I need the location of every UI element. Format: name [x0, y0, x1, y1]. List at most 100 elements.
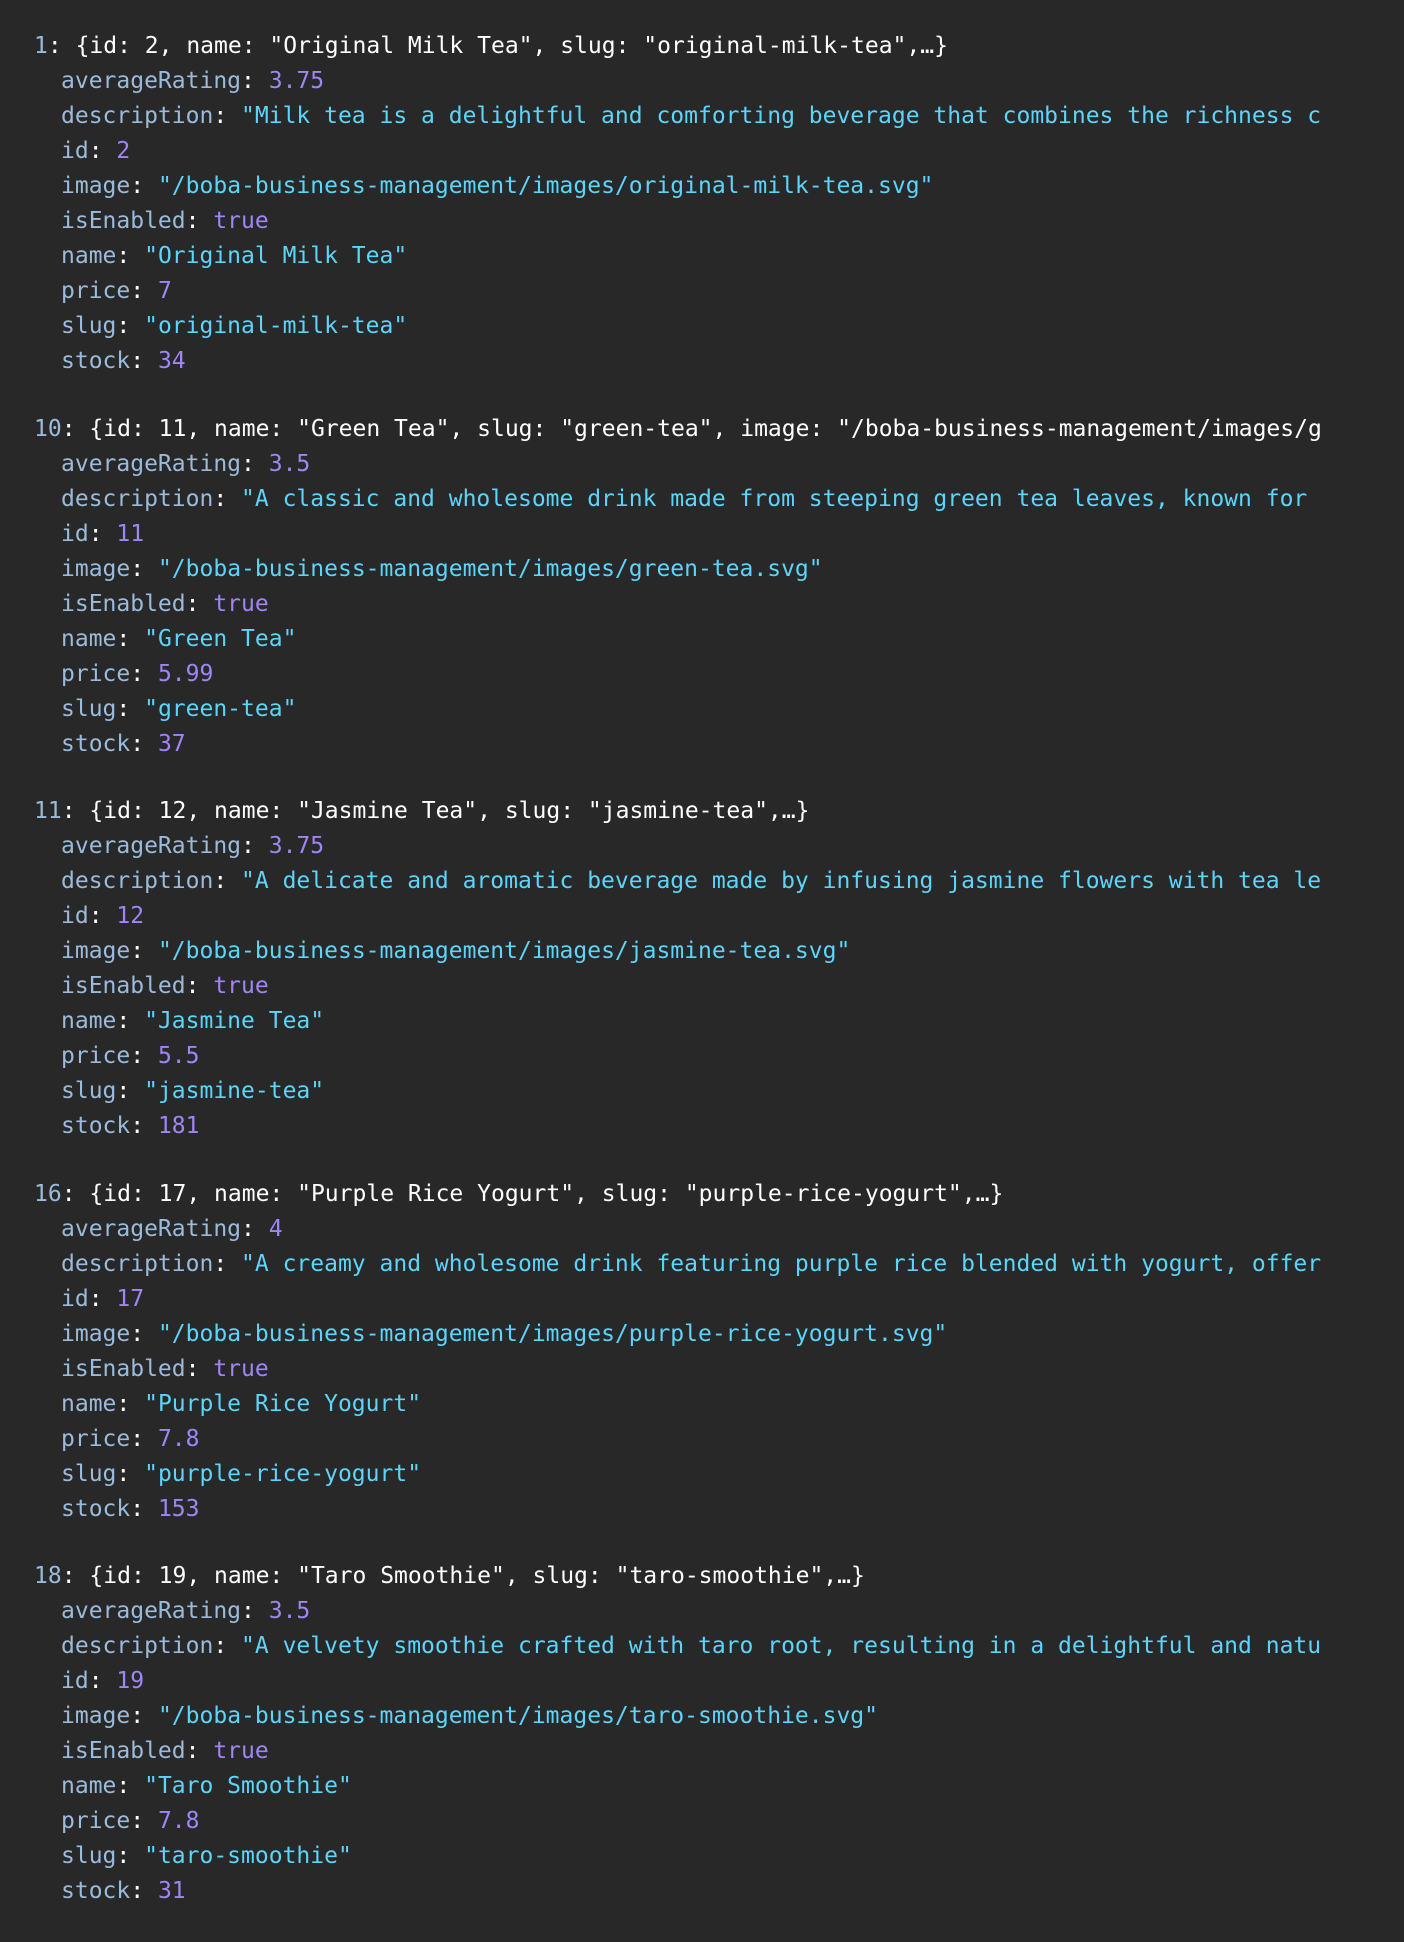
property-value: "Jasmine Tea" [144, 1008, 325, 1034]
separator: : [241, 68, 269, 94]
object-summary-row[interactable]: 11: {id: 12, name: "Jasmine Tea", slug: … [0, 794, 1402, 829]
property-row: description: "A delicate and aromatic be… [0, 864, 1404, 899]
property-value: 7.8 [157, 1808, 200, 1834]
property-value: "taro-smoothie" [144, 1843, 352, 1869]
property-key: isEnabled [61, 1355, 186, 1382]
separator: : [88, 1668, 117, 1694]
property-row: averageRating: 3.5 [0, 1594, 1404, 1629]
property-key: slug [61, 313, 117, 339]
object-summary-row[interactable]: 1: {id: 2, name: "Original Milk Tea", sl… [0, 29, 1402, 64]
property-row: id: 2 [0, 134, 1404, 169]
separator: : [130, 1878, 158, 1904]
object-preview: {id: 11, name: "Green Tea", slug: "green… [89, 415, 1322, 442]
object-summary-row[interactable]: 16: {id: 17, name: "Purple Rice Yogurt",… [0, 1177, 1402, 1212]
property-value: "Purple Rice Yogurt" [144, 1390, 422, 1417]
property-row: isEnabled: true [0, 1734, 1404, 1769]
property-value: 7.8 [157, 1425, 200, 1452]
separator: : [61, 415, 90, 442]
property-value: 3.5 [268, 450, 311, 477]
property-key: name [61, 243, 117, 269]
separator: : [130, 555, 158, 582]
property-row: price: 5.5 [0, 1039, 1404, 1074]
property-key: image [61, 938, 131, 964]
property-value: 2 [116, 138, 131, 164]
array-index: 10 [34, 415, 62, 442]
property-row: id: 19 [0, 1664, 1404, 1699]
property-row: name: "Taro Smoothie" [0, 1769, 1404, 1804]
property-row: id: 12 [0, 899, 1404, 934]
object-entry: 1: {id: 2, name: "Original Milk Tea", sl… [0, 29, 1404, 379]
separator: : [130, 1043, 158, 1069]
property-row: slug: "original-milk-tea" [0, 309, 1404, 344]
property-row: slug: "green-tea" [0, 692, 1404, 727]
property-key: id [61, 520, 89, 547]
separator: : [88, 520, 117, 547]
property-key: image [61, 555, 131, 582]
property-value: "Green Tea" [144, 625, 297, 652]
object-entry: 16: {id: 17, name: "Purple Rice Yogurt",… [0, 1177, 1404, 1527]
property-key: isEnabled [61, 208, 186, 234]
separator: : [116, 1460, 145, 1487]
property-row: image: "/boba-business-management/images… [0, 1317, 1404, 1352]
property-row: price: 7.8 [0, 1422, 1404, 1457]
property-value: "purple-rice-yogurt" [144, 1460, 422, 1487]
property-value: 5.5 [157, 1043, 200, 1069]
separator: : [116, 1390, 145, 1417]
property-value: "Taro Smoothie" [144, 1773, 352, 1799]
property-row: image: "/boba-business-management/images… [0, 552, 1404, 587]
property-row: price: 7.8 [0, 1804, 1404, 1839]
property-key: isEnabled [61, 1738, 186, 1764]
property-row: averageRating: 3.75 [0, 829, 1404, 864]
separator: : [185, 1355, 214, 1382]
property-row: name: "Jasmine Tea" [0, 1004, 1404, 1039]
object-summary-row[interactable]: 10: {id: 11, name: "Green Tea", slug: "g… [0, 412, 1402, 447]
property-row: stock: 181 [0, 1109, 1404, 1144]
property-row: description: "A creamy and wholesome dri… [0, 1247, 1404, 1282]
property-value: 4 [268, 1215, 283, 1242]
separator: : [47, 33, 76, 59]
separator: : [88, 138, 117, 164]
separator: : [61, 1563, 90, 1589]
property-key: averageRating [61, 68, 242, 94]
property-key: id [61, 1285, 89, 1312]
property-key: price [61, 1425, 131, 1452]
property-key: stock [61, 348, 131, 374]
property-key: price [61, 1043, 131, 1069]
array-index: 1 [34, 33, 48, 59]
object-entry: 11: {id: 12, name: "Jasmine Tea", slug: … [0, 794, 1404, 1144]
property-row: name: "Original Milk Tea" [0, 239, 1404, 274]
property-key: id [61, 1668, 89, 1694]
separator: : [116, 243, 145, 269]
property-row: image: "/boba-business-management/images… [0, 1699, 1404, 1734]
separator: : [185, 1738, 214, 1764]
property-value: "A creamy and wholesome drink featuring … [241, 1250, 1322, 1277]
property-key: id [61, 903, 89, 929]
property-row: image: "/boba-business-management/images… [0, 934, 1404, 969]
property-key: image [61, 1703, 131, 1729]
property-row: averageRating: 4 [0, 1212, 1404, 1247]
separator: : [241, 1598, 269, 1624]
object-preview: {id: 2, name: "Original Milk Tea", slug:… [75, 33, 948, 59]
property-value: 181 [157, 1113, 200, 1139]
object-summary-row[interactable]: 18: {id: 19, name: "Taro Smoothie", slug… [0, 1559, 1402, 1594]
property-value: true [213, 208, 269, 234]
property-value: "jasmine-tea" [144, 1078, 325, 1104]
separator: : [130, 1113, 158, 1139]
separator: : [130, 173, 158, 199]
property-row: slug: "jasmine-tea" [0, 1074, 1404, 1109]
property-row: id: 11 [0, 517, 1404, 552]
property-row: id: 17 [0, 1282, 1404, 1317]
property-key: price [61, 660, 131, 687]
property-value: 3.75 [268, 833, 325, 859]
property-value: 153 [157, 1495, 200, 1522]
separator: : [213, 868, 242, 894]
separator: : [130, 278, 158, 304]
property-key: isEnabled [61, 590, 186, 617]
property-key: name [61, 1390, 117, 1417]
separator: : [213, 1633, 242, 1659]
property-value: "/boba-business-management/images/purple… [157, 1320, 948, 1347]
separator: : [61, 1180, 90, 1207]
property-key: slug [61, 1460, 117, 1487]
property-key: description [61, 485, 214, 512]
property-row: description: "Milk tea is a delightful a… [0, 99, 1404, 134]
